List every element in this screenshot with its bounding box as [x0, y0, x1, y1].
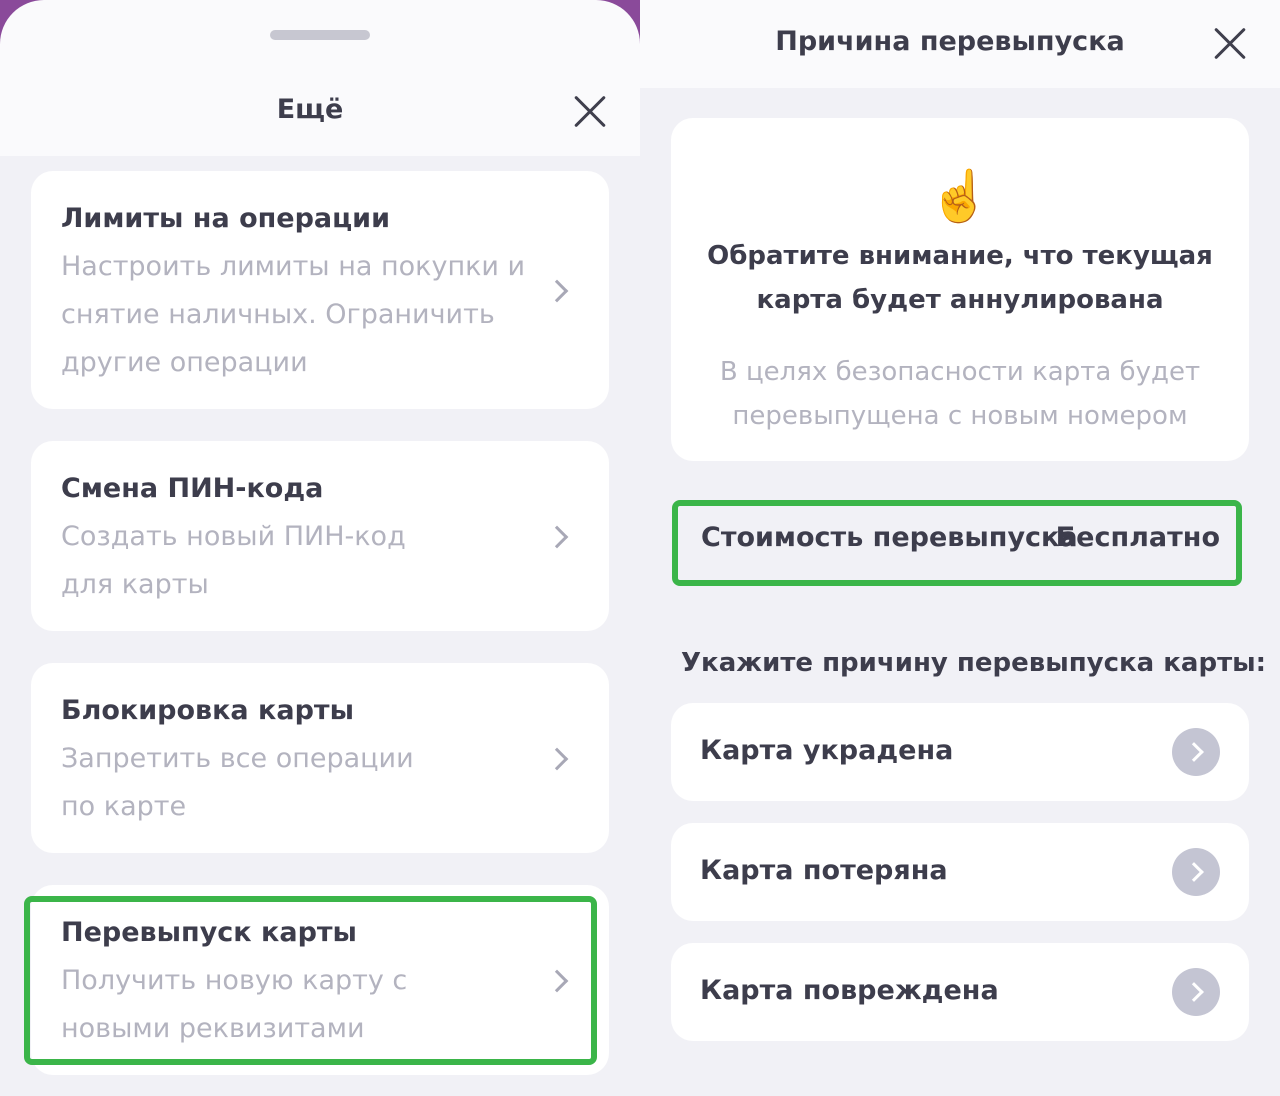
notice-card: ☝️ Обратите внимание, что текущая карта …	[671, 118, 1249, 461]
sheet-header: Причина перевыпуска	[640, 0, 1280, 88]
index-finger-up-emoji: ☝️	[928, 167, 992, 225]
sheet-title: Причина перевыпуска	[775, 26, 1125, 57]
chevron-right-icon	[545, 525, 569, 549]
chevron-right-icon	[545, 969, 569, 993]
menu-item-title: Смена ПИН-кода	[61, 473, 324, 504]
menu-item-description: Запретить все операции по карте	[61, 743, 414, 822]
menu-item-block-card[interactable]: Блокировка карты Запретить все операции …	[31, 663, 609, 853]
cost-value: Бесплатно	[1055, 522, 1220, 553]
reason-item-stolen[interactable]: Карта украдена	[671, 703, 1249, 801]
reason-label: Карта украдена	[700, 735, 954, 766]
chevron-right-icon	[545, 747, 569, 771]
menu-item-title: Блокировка карты	[61, 695, 354, 726]
menu-item-reissue-card[interactable]: Перевыпуск карты Получить новую карту с …	[31, 885, 609, 1075]
menu-item-limits[interactable]: Лимиты на операции Настроить лимиты на п…	[31, 171, 609, 409]
reason-prompt: Укажите причину перевыпуска карты:	[681, 648, 1267, 678]
sheet-title: Ещё	[276, 94, 344, 125]
sheet-header: Ещё	[0, 0, 640, 156]
reason-item-damaged[interactable]: Карта повреждена	[671, 943, 1249, 1041]
chevron-right-icon	[1172, 728, 1220, 776]
chevron-right-icon	[1172, 848, 1220, 896]
close-icon[interactable]	[572, 94, 608, 130]
chevron-right-icon	[1172, 968, 1220, 1016]
reason-label: Карта потеряна	[700, 855, 948, 886]
reason-label: Карта повреждена	[700, 975, 999, 1006]
notice-title: Обратите внимание, что текущая карта буд…	[707, 241, 1213, 315]
close-icon[interactable]	[1212, 26, 1248, 62]
more-sheet: Ещё Лимиты на операции Настроить лимиты …	[0, 0, 640, 1096]
menu-item-description: Настроить лимиты на покупки и снятие нал…	[61, 251, 526, 378]
chevron-right-icon	[545, 279, 569, 303]
menu-item-title: Перевыпуск карты	[61, 917, 357, 948]
reissue-cost-row: Стоимость перевыпуска Бесплатно	[672, 500, 1242, 586]
drag-handle[interactable]	[270, 30, 370, 40]
cost-label: Стоимость перевыпуска	[701, 522, 1078, 553]
reason-item-lost[interactable]: Карта потеряна	[671, 823, 1249, 921]
menu-item-title: Лимиты на операции	[61, 203, 390, 234]
menu-item-description: Получить новую карту с новыми реквизитам…	[61, 965, 408, 1044]
notice-subtitle: В целях безопасности карта будет перевып…	[719, 357, 1201, 431]
menu-item-description: Создать новый ПИН-код для карты	[61, 521, 406, 600]
menu-item-pin-change[interactable]: Смена ПИН-кода Создать новый ПИН-код для…	[31, 441, 609, 631]
